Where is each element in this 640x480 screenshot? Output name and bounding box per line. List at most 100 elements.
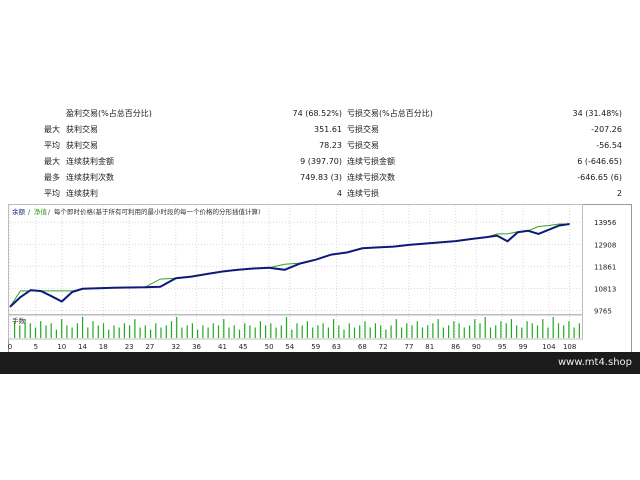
- volume-bar: [568, 321, 570, 338]
- volume-bar: [254, 327, 256, 338]
- volume-bar: [197, 329, 199, 338]
- volume-bar: [552, 317, 554, 338]
- stat-value: 4: [336, 189, 342, 198]
- volume-bar: [380, 325, 382, 338]
- volume-bar: [61, 319, 63, 338]
- chart-model-note: 每个即时价格(基于所有可利用的最小时段的每一个价格的分形插值计算): [54, 207, 261, 216]
- x-tick-label: 63: [332, 343, 341, 351]
- x-tick-label: 99: [519, 343, 528, 351]
- x-tick-label: 14: [78, 343, 87, 351]
- volume-bar: [390, 325, 392, 338]
- volume-bar: [573, 327, 575, 338]
- stat-value: 2: [616, 189, 622, 198]
- x-tick-label: 59: [311, 343, 320, 351]
- x-tick-label: 72: [379, 343, 388, 351]
- site-watermark: www.mt4.shop: [557, 357, 632, 368]
- volume-bar: [275, 327, 277, 338]
- stat-value: 9 (397.70): [300, 157, 342, 166]
- x-tick-label: 41: [218, 343, 227, 351]
- volume-bar: [223, 319, 225, 338]
- x-tick-label: 18: [99, 343, 108, 351]
- stat-value: 34 (31.48%): [572, 109, 622, 118]
- x-tick-label: 95: [498, 343, 507, 351]
- volume-bar: [343, 329, 345, 338]
- stat-label: 连续获利: [66, 189, 98, 198]
- stat-label: 获利交易: [66, 125, 98, 134]
- volume-bar: [40, 321, 42, 338]
- volume-bar: [531, 323, 533, 338]
- stats-row: 最多 连续获利次数 749.83 (3) 连续亏损次数 -646.65 (6): [0, 170, 640, 186]
- volume-bar: [369, 327, 371, 338]
- volume-bar: [181, 327, 183, 338]
- volume-bar: [563, 325, 565, 338]
- volume-bar: [186, 325, 188, 338]
- volume-bar: [150, 329, 152, 338]
- footer-bar: www.mt4.shop: [0, 352, 640, 374]
- volume-bar: [228, 327, 230, 338]
- volume-bar: [333, 319, 335, 338]
- volume-bar: [280, 325, 282, 338]
- stat-value: 351.61: [314, 125, 342, 134]
- stat-prefix: 平均: [44, 189, 60, 198]
- x-tick-label: 86: [451, 343, 460, 351]
- x-tick-label: 32: [171, 343, 180, 351]
- volume-bar: [338, 325, 340, 338]
- volume-bar: [359, 325, 361, 338]
- stat-prefix: 最大: [44, 157, 60, 166]
- y-tick-label: 12908: [594, 241, 616, 249]
- volume-bar: [270, 323, 272, 338]
- volume-bar: [421, 327, 424, 338]
- volume-bar: [217, 325, 220, 338]
- volume-bar: [259, 321, 261, 338]
- volume-bar: [463, 327, 465, 338]
- stats-row: 平均 获利交易 78.23 亏损交易 -56.54: [0, 138, 640, 154]
- volume-bar: [510, 319, 512, 338]
- y-tick-label: 10813: [594, 286, 616, 294]
- volume-bar: [547, 327, 549, 338]
- volume-bar: [76, 323, 78, 338]
- x-tick-label: 10: [57, 343, 66, 351]
- volume-bar: [401, 327, 403, 338]
- x-tick-label: 0: [8, 343, 12, 351]
- x-tick-label: 90: [472, 343, 481, 351]
- x-tick-label: 104: [542, 343, 556, 351]
- volume-bar: [437, 319, 439, 338]
- volume-bar: [542, 319, 544, 338]
- volume-bar: [516, 325, 518, 338]
- equity-chart: 9765 10813 11861 12908 13956 0 5 10 14 18 23 27 32 3…: [8, 204, 632, 353]
- volume-bar: [212, 323, 214, 338]
- volume-bar: [479, 323, 481, 338]
- volume-bar: [202, 325, 204, 338]
- volume-bar: [385, 329, 387, 338]
- volume-bar: [123, 323, 125, 338]
- volume-bar: [416, 321, 418, 338]
- volume-bar: [118, 327, 120, 338]
- volume-bar: [19, 325, 21, 338]
- volume-bar: [474, 319, 476, 338]
- y-tick-label: 13956: [594, 219, 617, 227]
- stats-row: 最大 获利交易 351.61 亏损交易 -207.26: [0, 122, 640, 138]
- x-tick-label: 36: [192, 343, 201, 351]
- stat-label: 盈利交易(%占总百分比): [66, 109, 152, 118]
- volume-bar: [442, 327, 444, 338]
- volume-bar: [500, 321, 502, 338]
- volume-bar: [66, 325, 68, 338]
- stat-prefix: 最多: [44, 173, 60, 182]
- volume-bar: [291, 329, 293, 338]
- stat-value: 749.83 (3): [300, 173, 342, 182]
- volume-bar: [55, 329, 57, 338]
- x-tick-label: 23: [125, 343, 134, 351]
- volume-bar: [301, 325, 303, 338]
- stat-label: 连续亏损金额: [347, 157, 395, 166]
- volume-bar: [233, 325, 235, 338]
- stats-row: 平均 连续获利 4 连续亏损 2: [0, 186, 640, 202]
- volume-bar: [521, 327, 523, 338]
- volume-bar: [249, 325, 251, 338]
- volume-bar: [458, 323, 460, 338]
- stat-label: 亏损交易(%占总百分比): [347, 109, 433, 118]
- volume-bar: [484, 317, 486, 338]
- trade-statistics: 盈利交易(%占总百分比) 74 (68.52%) 亏损交易(%占总百分比) 34…: [0, 106, 640, 202]
- stat-label: 连续亏损: [347, 189, 379, 198]
- volume-bar: [322, 323, 324, 338]
- volume-bar: [207, 327, 209, 338]
